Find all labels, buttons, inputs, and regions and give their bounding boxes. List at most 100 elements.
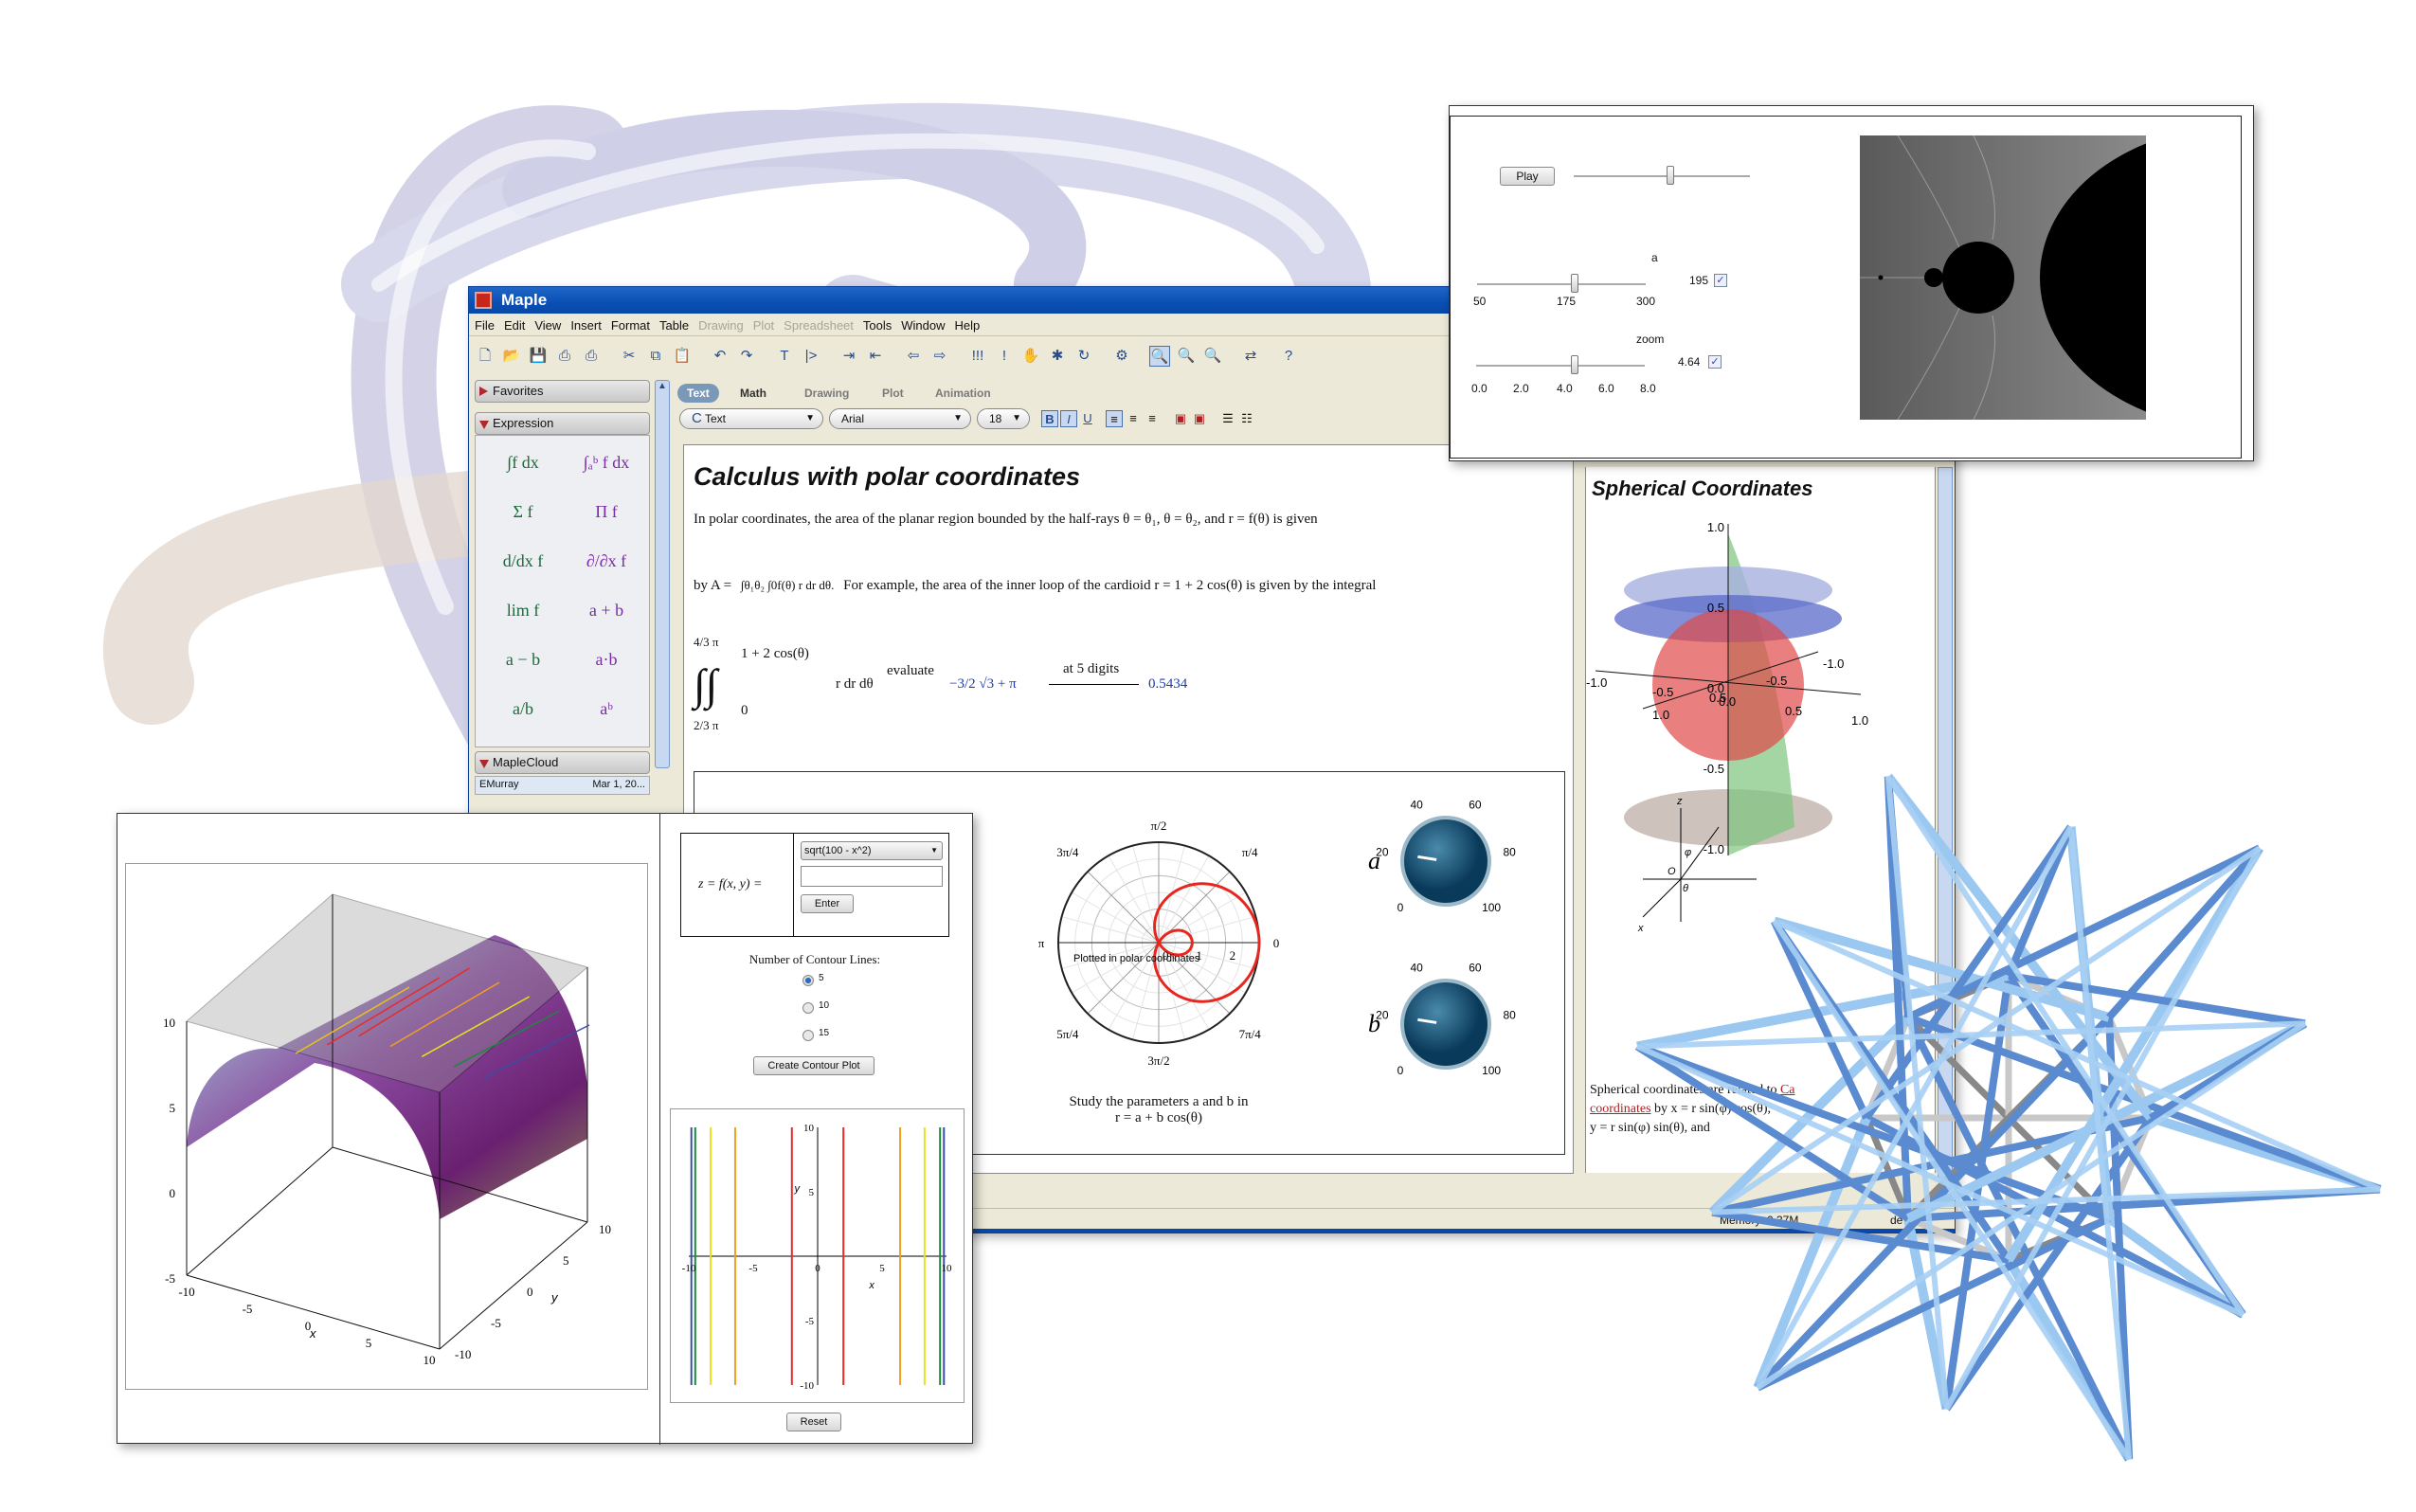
knob-b[interactable] (1404, 982, 1487, 1066)
help-icon[interactable]: ? (1278, 346, 1299, 367)
zoom-slider[interactable] (1476, 365, 1645, 367)
new-icon[interactable]: 🗋 (475, 346, 496, 367)
palette-scrollbar[interactable]: ▲ (655, 380, 670, 768)
zoom-200-icon[interactable]: 🔍 (1202, 346, 1223, 367)
bullet-list-icon[interactable]: ☰ (1219, 410, 1236, 427)
text-icon[interactable]: T (774, 346, 795, 367)
execute-icon[interactable]: ! (994, 346, 1015, 367)
animation-slider-thumb[interactable] (1667, 166, 1675, 185)
menu-table[interactable]: Table (659, 315, 689, 335)
save-icon[interactable]: 💾 (528, 346, 549, 367)
italic-button[interactable]: I (1060, 410, 1077, 427)
paste-icon[interactable]: 📋 (672, 346, 693, 367)
tab-animation[interactable]: Animation (926, 384, 1001, 403)
menu-window[interactable]: Window (901, 315, 945, 335)
palette-label: MapleCloud (493, 755, 559, 769)
stop-icon[interactable]: ✋ (1020, 346, 1041, 367)
radio-5[interactable] (802, 975, 814, 986)
animation-slider[interactable] (1574, 175, 1750, 177)
menu-insert[interactable]: Insert (570, 315, 602, 335)
prompt-icon[interactable]: |> (801, 346, 821, 367)
bold-button[interactable]: B (1041, 410, 1058, 427)
indent-icon[interactable]: ⇥ (838, 346, 859, 367)
palette-item[interactable]: d/dx f (485, 551, 561, 571)
align-right-icon[interactable]: ≡ (1144, 410, 1161, 427)
size-dropdown[interactable]: 18 (977, 408, 1030, 429)
print-preview-icon[interactable]: ⎙ (581, 346, 602, 367)
zoom-checkbox[interactable]: ✓ (1708, 355, 1722, 369)
tab-math[interactable]: Math (730, 384, 776, 403)
zoom-150-icon[interactable]: 🔍 (1176, 346, 1197, 367)
grid-ray (1087, 871, 1160, 944)
palette-item[interactable]: Σ f (485, 502, 561, 522)
style-dropdown[interactable]: C Text (679, 408, 823, 429)
palette-item[interactable]: ∂/∂x f (568, 551, 644, 571)
text-color-icon[interactable]: ▣ (1172, 410, 1189, 427)
play-button[interactable]: Play (1500, 167, 1555, 186)
palette-item[interactable]: a/b (485, 699, 561, 719)
settings-icon[interactable]: ⚙ (1111, 346, 1132, 367)
menu-plot[interactable]: Plot (753, 315, 774, 335)
a-slider-thumb[interactable] (1571, 274, 1578, 293)
align-center-icon[interactable]: ≡ (1125, 410, 1142, 427)
enter-button[interactable]: Enter (801, 894, 854, 913)
palette-item[interactable]: a + b (568, 601, 644, 621)
radio-10[interactable] (802, 1002, 814, 1014)
reset-button[interactable]: Reset (786, 1413, 841, 1431)
numbered-list-icon[interactable]: ☷ (1238, 410, 1255, 427)
maplecloud-palette-header[interactable]: MapleCloud (475, 751, 650, 774)
menu-help[interactable]: Help (955, 315, 981, 335)
cloud-date: Mar 1, 20... (592, 779, 645, 790)
copy-icon[interactable]: ⧉ (645, 346, 666, 367)
a-checkbox[interactable]: ✓ (1714, 274, 1727, 287)
palette-item[interactable]: aᵇ (568, 699, 644, 719)
underline-button[interactable]: U (1079, 410, 1096, 427)
tab-text[interactable]: Text (677, 384, 719, 403)
radio-15[interactable] (802, 1030, 814, 1041)
surface-3d-plot[interactable]: 1050-5-10-50510 -10-50510xy (125, 863, 648, 1390)
back-icon[interactable]: ⇦ (903, 346, 924, 367)
palette-item[interactable]: Π f (568, 502, 644, 522)
print-icon[interactable]: ⎙ (554, 346, 575, 367)
palette-item[interactable]: ∫f dx (485, 453, 561, 473)
scroll-up-icon[interactable]: ▲ (658, 381, 667, 391)
cut-icon[interactable]: ✂ (619, 346, 640, 367)
menu-view[interactable]: View (534, 315, 561, 335)
knob-a[interactable] (1404, 819, 1487, 903)
a-tick: 50 (1473, 295, 1487, 308)
restart-icon[interactable]: ↻ (1073, 346, 1094, 367)
menu-edit[interactable]: Edit (504, 315, 525, 335)
menu-spreadsheet[interactable]: Spreadsheet (784, 315, 854, 335)
a-slider[interactable] (1477, 283, 1646, 285)
palette-item[interactable]: a − b (485, 650, 561, 670)
align-left-icon[interactable]: ≡ (1106, 410, 1123, 427)
undo-icon[interactable]: ↶ (710, 346, 730, 367)
font-dropdown[interactable]: Arial (829, 408, 971, 429)
outdent-icon[interactable]: ⇤ (865, 346, 886, 367)
debug-icon[interactable]: ✱ (1047, 346, 1068, 367)
open-icon[interactable]: 📂 (501, 346, 522, 367)
palette-item[interactable]: a·b (568, 650, 644, 670)
function-input[interactable] (801, 866, 943, 887)
execute-all-icon[interactable]: !!! (967, 346, 988, 367)
menu-tools[interactable]: Tools (863, 315, 892, 335)
contour-plot[interactable]: -10 -5 0 5 10 10 5 -5 -10 x y (670, 1108, 965, 1403)
highlight-icon[interactable]: ▣ (1191, 410, 1208, 427)
toggle-icon[interactable]: ⇄ (1240, 346, 1261, 367)
zoom-slider-thumb[interactable] (1571, 355, 1578, 374)
maplecloud-row[interactable]: EMurray Mar 1, 20... (475, 776, 650, 795)
menu-file[interactable]: File (475, 315, 495, 335)
favorites-palette-header[interactable]: Favorites (475, 380, 650, 403)
menu-format[interactable]: Format (611, 315, 650, 335)
tab-drawing[interactable]: Drawing (795, 384, 858, 403)
tab-plot[interactable]: Plot (873, 384, 913, 403)
function-dropdown[interactable]: sqrt(100 - x^2) ▼ (801, 841, 943, 860)
forward-icon[interactable]: ⇨ (929, 346, 950, 367)
create-contour-plot-button[interactable]: Create Contour Plot (753, 1056, 874, 1075)
expression-palette-header[interactable]: Expression (475, 412, 650, 435)
menu-drawing[interactable]: Drawing (698, 315, 744, 335)
palette-item[interactable]: ∫ₐᵇ f dx (568, 453, 644, 473)
redo-icon[interactable]: ↷ (736, 346, 757, 367)
palette-item[interactable]: lim f (485, 601, 561, 621)
zoom-100-icon[interactable]: 🔍 (1149, 346, 1170, 367)
